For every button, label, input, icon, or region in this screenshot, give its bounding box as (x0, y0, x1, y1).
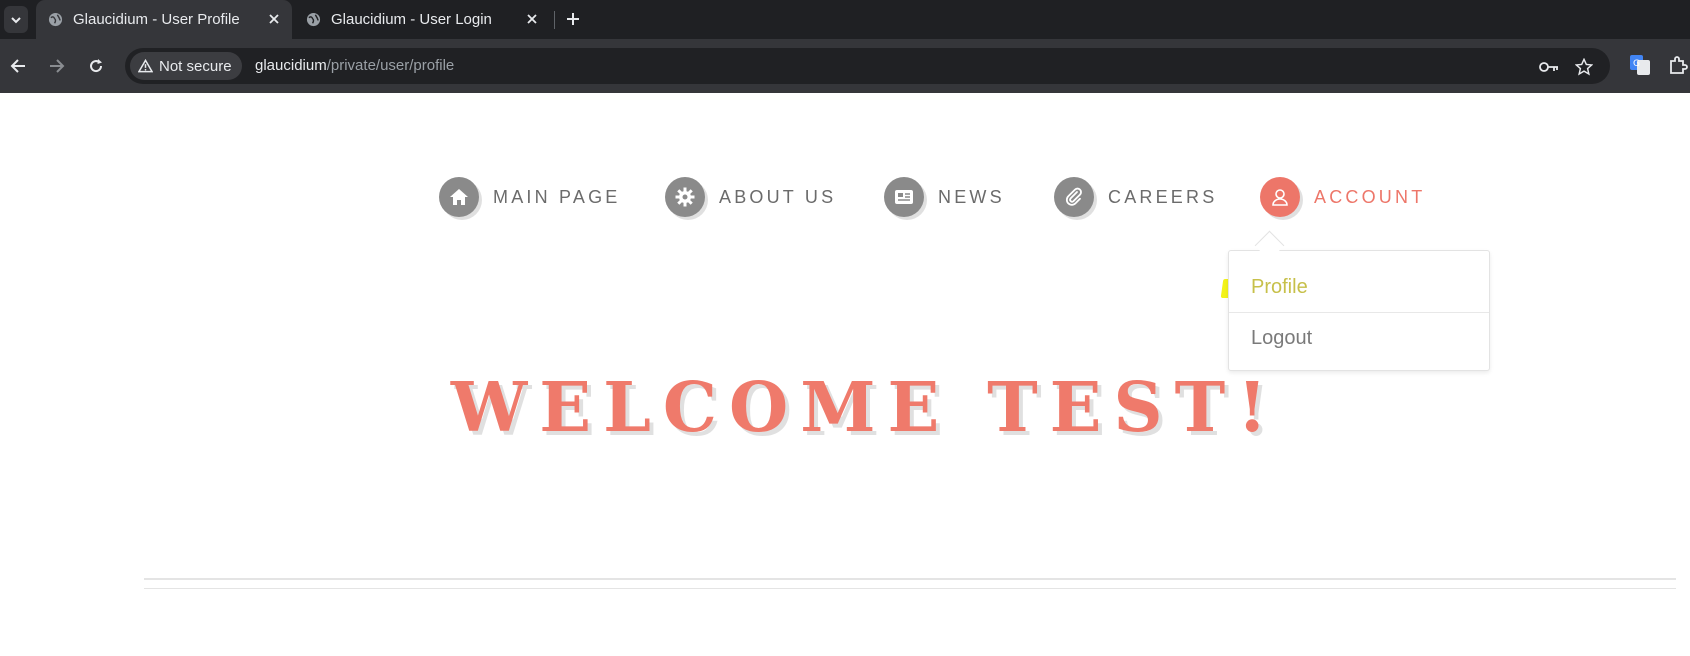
account-dropdown: Profile Logout (1228, 250, 1490, 371)
paperclip-icon (1054, 177, 1094, 217)
divider (144, 588, 1676, 589)
forward-button[interactable] (44, 53, 70, 79)
arrow-right-icon (50, 59, 65, 73)
chevron-down-icon (11, 16, 21, 23)
dropdown-item-logout[interactable]: Logout (1229, 313, 1489, 363)
url-path: /private/user/profile (326, 57, 455, 74)
warning-icon (138, 59, 153, 73)
url-text[interactable]: glaucidium/private/user/profile (255, 57, 454, 74)
nav-item-careers[interactable]: CAREERS (1054, 177, 1217, 217)
new-tab-button[interactable] (563, 9, 583, 29)
nav-label: CAREERS (1108, 186, 1218, 207)
tab-separator (554, 11, 555, 29)
browser-toolbar: Not secure glaucidium/private/user/profi… (0, 39, 1690, 93)
nav-label: MAIN PAGE (493, 186, 621, 207)
nav-label: ACCOUNT (1314, 186, 1426, 207)
nav-label: NEWS (938, 186, 1005, 207)
close-tab-icon[interactable] (266, 11, 282, 27)
user-icon (1260, 177, 1300, 217)
dropdown-item-profile[interactable]: Profile (1229, 263, 1489, 313)
welcome-heading: WELCOME TEST! (450, 368, 1280, 448)
nav-item-account[interactable]: ACCOUNT (1260, 177, 1425, 217)
bookmark-star-icon[interactable] (1573, 56, 1595, 78)
tab-title: Glaucidium - User Profile (73, 11, 240, 28)
security-chip[interactable]: Not secure (130, 52, 242, 80)
url-host: glaucidium (255, 57, 327, 74)
globe-icon (48, 12, 63, 27)
tab-search-button[interactable] (4, 6, 28, 33)
tab-title: Glaucidium - User Login (331, 11, 492, 28)
dropdown-item-label: Logout (1251, 326, 1313, 349)
nav-item-main-page[interactable]: MAIN PAGE (439, 177, 620, 217)
divider (144, 578, 1676, 580)
tab-user-login[interactable]: Glaucidium - User Login (294, 0, 550, 39)
reload-button[interactable] (83, 53, 109, 79)
svg-text:G: G (1633, 59, 1640, 69)
nav-label: ABOUT US (719, 186, 837, 207)
gear-icon (665, 177, 705, 217)
home-icon (439, 177, 479, 217)
nav-item-about-us[interactable]: ABOUT US (665, 177, 836, 217)
password-key-icon[interactable] (1538, 56, 1560, 78)
translate-extension-icon[interactable]: G (1628, 53, 1652, 77)
back-button[interactable] (5, 53, 31, 79)
newspaper-icon (884, 177, 924, 217)
tab-strip: Glaucidium - User Profile Glaucidium - U… (0, 0, 1690, 39)
reload-icon (90, 59, 103, 73)
close-tab-icon[interactable] (524, 11, 540, 27)
extensions-puzzle-icon[interactable] (1666, 53, 1690, 77)
address-bar[interactable]: Not secure glaucidium/private/user/profi… (125, 48, 1610, 84)
dropdown-item-label: Profile (1251, 276, 1308, 298)
tab-user-profile[interactable]: Glaucidium - User Profile (36, 0, 292, 39)
arrow-left-icon (10, 59, 25, 73)
globe-icon (306, 12, 321, 27)
security-label: Not secure (159, 57, 232, 75)
nav-item-news[interactable]: NEWS (884, 177, 1005, 217)
plus-icon (567, 13, 579, 25)
